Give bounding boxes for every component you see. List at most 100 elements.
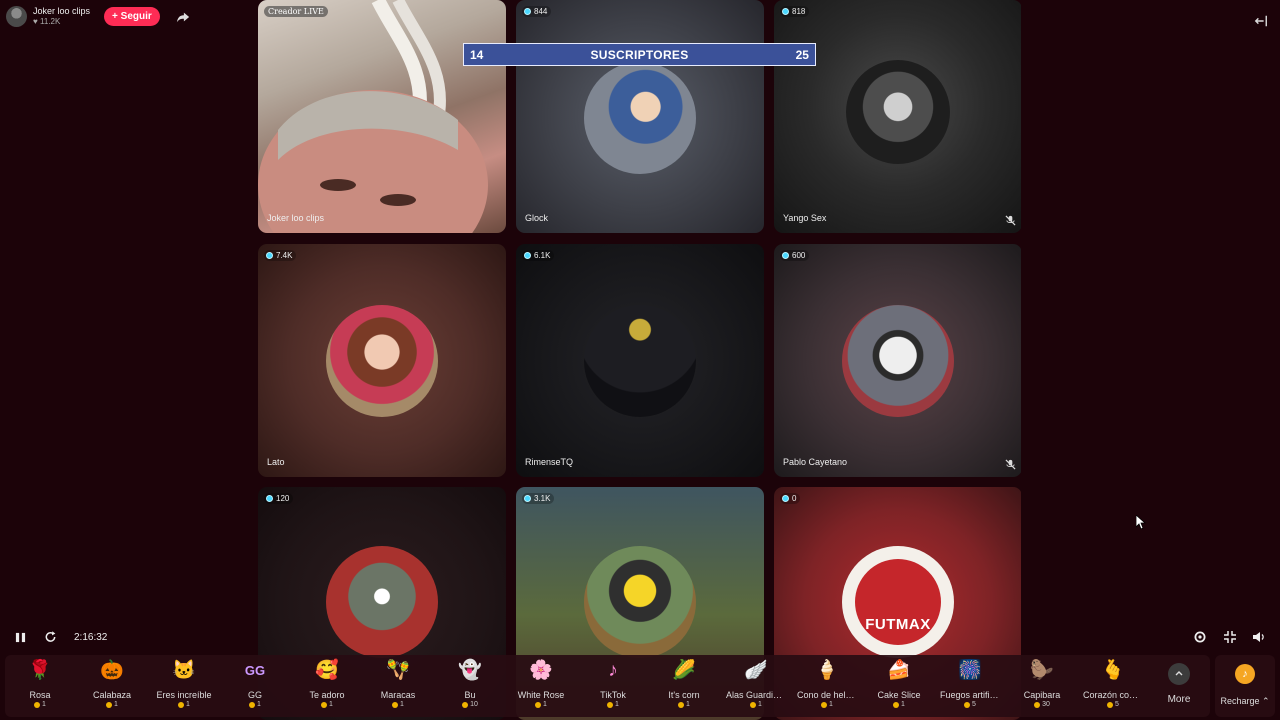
- gift-item[interactable]: 🍦 Cono de helado 1: [797, 659, 857, 708]
- gift-price-value: 1: [186, 701, 190, 708]
- viewer-count: 6.1K: [522, 250, 555, 261]
- gift-name: TikTok: [600, 690, 626, 700]
- volume-icon[interactable]: [1252, 630, 1266, 644]
- host-avatar[interactable]: [6, 6, 27, 27]
- guest-tile[interactable]: 844 Glock: [516, 0, 764, 233]
- mic-muted-icon: [1005, 459, 1016, 470]
- recharge-button[interactable]: ♪ Recharge ⌃: [1215, 655, 1275, 717]
- gift-item[interactable]: 🦫 Capibara 30: [1012, 659, 1072, 708]
- viewer-count: 0: [780, 493, 801, 504]
- avatar: [842, 305, 954, 417]
- gift-name: Corazón con l...: [1083, 690, 1143, 700]
- gift-price: 1: [726, 701, 786, 708]
- gift-name: Alas Guardian...: [726, 690, 786, 700]
- viewer-icon: [524, 8, 531, 15]
- gift-price-value: 1: [42, 701, 46, 708]
- guest-tile[interactable]: Creador LIVE Joker loo clips: [258, 0, 506, 233]
- gift-item[interactable]: 👻 Bu 10: [440, 659, 500, 708]
- viewer-count: 120: [264, 493, 294, 504]
- gift-price: 1: [583, 701, 643, 708]
- ice-cream-icon: 🍦: [815, 660, 839, 681]
- gift-item[interactable]: 🎃 Calabaza 1: [82, 659, 142, 708]
- gift-price-value: 1: [257, 701, 261, 708]
- viewer-count: 818: [780, 6, 810, 17]
- gg-icon: GG: [244, 663, 266, 678]
- guest-name: Yango Sex: [783, 213, 827, 223]
- viewer-icon: [524, 252, 531, 259]
- gift-name: It's corn: [668, 690, 700, 700]
- wings-icon: 🪽: [744, 660, 768, 681]
- viewer-count: 7.4K: [264, 250, 297, 261]
- guest-tile[interactable]: 600 Pablo Cayetano: [774, 244, 1021, 477]
- gift-item[interactable]: 🥰 Te adoro 1: [297, 659, 357, 708]
- gift-price-value: 1: [329, 701, 333, 708]
- gift-name: Bu: [464, 690, 476, 700]
- pause-icon[interactable]: [15, 632, 26, 643]
- gift-item[interactable]: GG GG 1: [225, 659, 285, 708]
- gift-item[interactable]: 🪇 Maracas 1: [368, 659, 428, 708]
- guest-tile[interactable]: 818 Yango Sex: [774, 0, 1021, 233]
- gift-name: GG: [247, 690, 262, 700]
- capybara-icon: 🦫: [1030, 660, 1054, 681]
- gift-price: 1: [869, 701, 929, 708]
- mic-muted-icon: [1005, 215, 1016, 226]
- gift-name: Calabaza: [92, 690, 132, 700]
- gift-price-value: 5: [972, 701, 976, 708]
- avatar: [326, 305, 438, 417]
- host-name[interactable]: Joker loo clips: [33, 6, 90, 17]
- coin-note-icon: ♪: [1235, 664, 1255, 684]
- gift-item[interactable]: 🐱 Eres increíble 1: [154, 659, 214, 708]
- gift-item[interactable]: 🍰 Cake Slice 1: [869, 659, 929, 708]
- guest-name: Lato: [267, 457, 285, 467]
- chevron-up-icon: [1168, 663, 1190, 685]
- gift-item[interactable]: 🌸 White Rose 1: [511, 659, 571, 708]
- gift-item[interactable]: 🌹 Rosa 1: [10, 659, 70, 708]
- gift-price-value: 1: [543, 701, 547, 708]
- gift-item[interactable]: 🌽 It's corn 1: [654, 659, 714, 708]
- cat-icon: 🐱: [172, 660, 196, 681]
- viewer-count-value: 120: [276, 494, 290, 503]
- gift-item[interactable]: 🎆 Fuegos artifici... 5: [940, 659, 1000, 708]
- gift-price-value: 1: [901, 701, 905, 708]
- coin-icon: [462, 701, 469, 708]
- guest-name: Pablo Cayetano: [783, 457, 848, 467]
- coin-icon: [750, 701, 757, 708]
- more-gifts-button[interactable]: More: [1159, 663, 1199, 705]
- guest-name: RimenseTQ: [525, 457, 574, 467]
- gift-price: 5: [1083, 701, 1143, 708]
- gift-price-value: 1: [615, 701, 619, 708]
- reload-icon[interactable]: [44, 630, 57, 644]
- mouse-cursor-icon: [1136, 515, 1146, 529]
- exit-fullscreen-icon[interactable]: [1254, 14, 1268, 28]
- maracas-icon: 🪇: [386, 660, 410, 681]
- follow-button[interactable]: + Seguir: [104, 7, 160, 26]
- gift-price-value: 30: [1042, 701, 1050, 708]
- recharge-label: Recharge ⌃: [1220, 696, 1270, 706]
- gift-item[interactable]: ♪ TikTok 1: [583, 659, 643, 708]
- host-header: Joker loo clips ♥ 11.2K + Seguir: [6, 6, 190, 27]
- gift-item[interactable]: 🪽 Alas Guardian... 1: [726, 659, 786, 708]
- viewer-count-value: 3.1K: [534, 494, 551, 503]
- viewer-count-value: 600: [792, 251, 806, 260]
- gift-item[interactable]: 🫰 Corazón con l... 5: [1083, 659, 1143, 708]
- viewer-icon: [524, 495, 531, 502]
- score-label: SUSCRIPTORES: [590, 47, 689, 62]
- coin-icon: [34, 701, 41, 708]
- viewer-count: 844: [522, 6, 552, 17]
- host-likes: ♥ 11.2K: [33, 17, 90, 27]
- viewer-count: 600: [780, 250, 810, 261]
- gift-price: 30: [1012, 701, 1072, 708]
- gift-bar: 🌹 Rosa 1 🎃 Calabaza 1 🐱 Eres increíble 1 GG GG 1…: [5, 655, 1210, 717]
- viewer-count-value: 0: [792, 494, 797, 503]
- pumpkin-icon: 🎃: [100, 660, 124, 681]
- guest-tile[interactable]: 7.4K Lato: [258, 244, 506, 477]
- settings-icon[interactable]: [1193, 630, 1207, 644]
- gift-price: 1: [82, 701, 142, 708]
- guest-tile[interactable]: 6.1K RimenseTQ: [516, 244, 764, 477]
- coin-icon: [535, 701, 542, 708]
- stream-timer: 2:16:32: [74, 632, 108, 643]
- viewer-icon: [782, 495, 789, 502]
- share-icon[interactable]: [176, 10, 190, 24]
- coin-icon: [1034, 701, 1041, 708]
- collapse-icon[interactable]: [1223, 630, 1237, 644]
